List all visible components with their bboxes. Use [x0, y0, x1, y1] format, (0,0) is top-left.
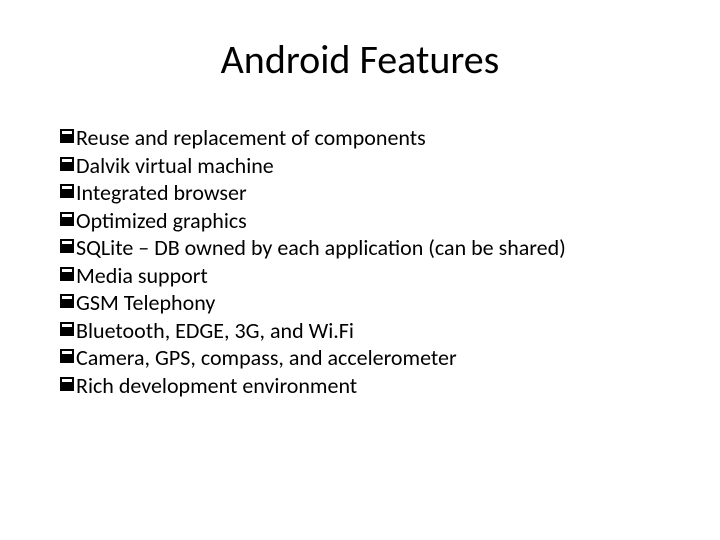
bullet-text: Rich development environment [76, 372, 680, 400]
list-item: Rich development environment [60, 372, 680, 400]
list-item: Reuse and replacement of components [60, 124, 680, 152]
bullet-icon [60, 349, 74, 363]
list-item: Integrated browser [60, 179, 680, 207]
list-item: Optimized graphics [60, 207, 680, 235]
bullet-icon [60, 294, 74, 308]
bullet-text: GSM Telephony [76, 289, 680, 317]
list-item: Media support [60, 262, 680, 290]
slide-title: Android Features [40, 35, 680, 84]
bullet-text: Optimized graphics [76, 207, 680, 235]
bullet-text: Bluetooth, EDGE, 3G, and Wi.Fi [76, 317, 680, 345]
bullet-icon [60, 184, 74, 198]
list-item: Camera, GPS, compass, and accelerometer [60, 344, 680, 372]
bullet-text: Camera, GPS, compass, and accelerometer [76, 344, 680, 372]
list-item: GSM Telephony [60, 289, 680, 317]
bullet-text: SQLite – DB owned by each application (c… [76, 234, 680, 262]
list-item: Dalvik virtual machine [60, 152, 680, 180]
bullet-icon [60, 322, 74, 336]
list-item: Bluetooth, EDGE, 3G, and Wi.Fi [60, 317, 680, 345]
feature-list: Reuse and replacement of components Dalv… [40, 124, 680, 399]
bullet-text: Media support [76, 262, 680, 290]
list-item: SQLite – DB owned by each application (c… [60, 234, 680, 262]
slide-container: Android Features Reuse and replacement o… [0, 0, 720, 540]
bullet-icon [60, 377, 74, 391]
bullet-text: Dalvik virtual machine [76, 152, 680, 180]
bullet-icon [60, 239, 74, 253]
bullet-icon [60, 212, 74, 226]
bullet-icon [60, 267, 74, 281]
bullet-text: Integrated browser [76, 179, 680, 207]
bullet-icon [60, 129, 74, 143]
bullet-icon [60, 157, 74, 171]
bullet-text: Reuse and replacement of components [76, 124, 680, 152]
